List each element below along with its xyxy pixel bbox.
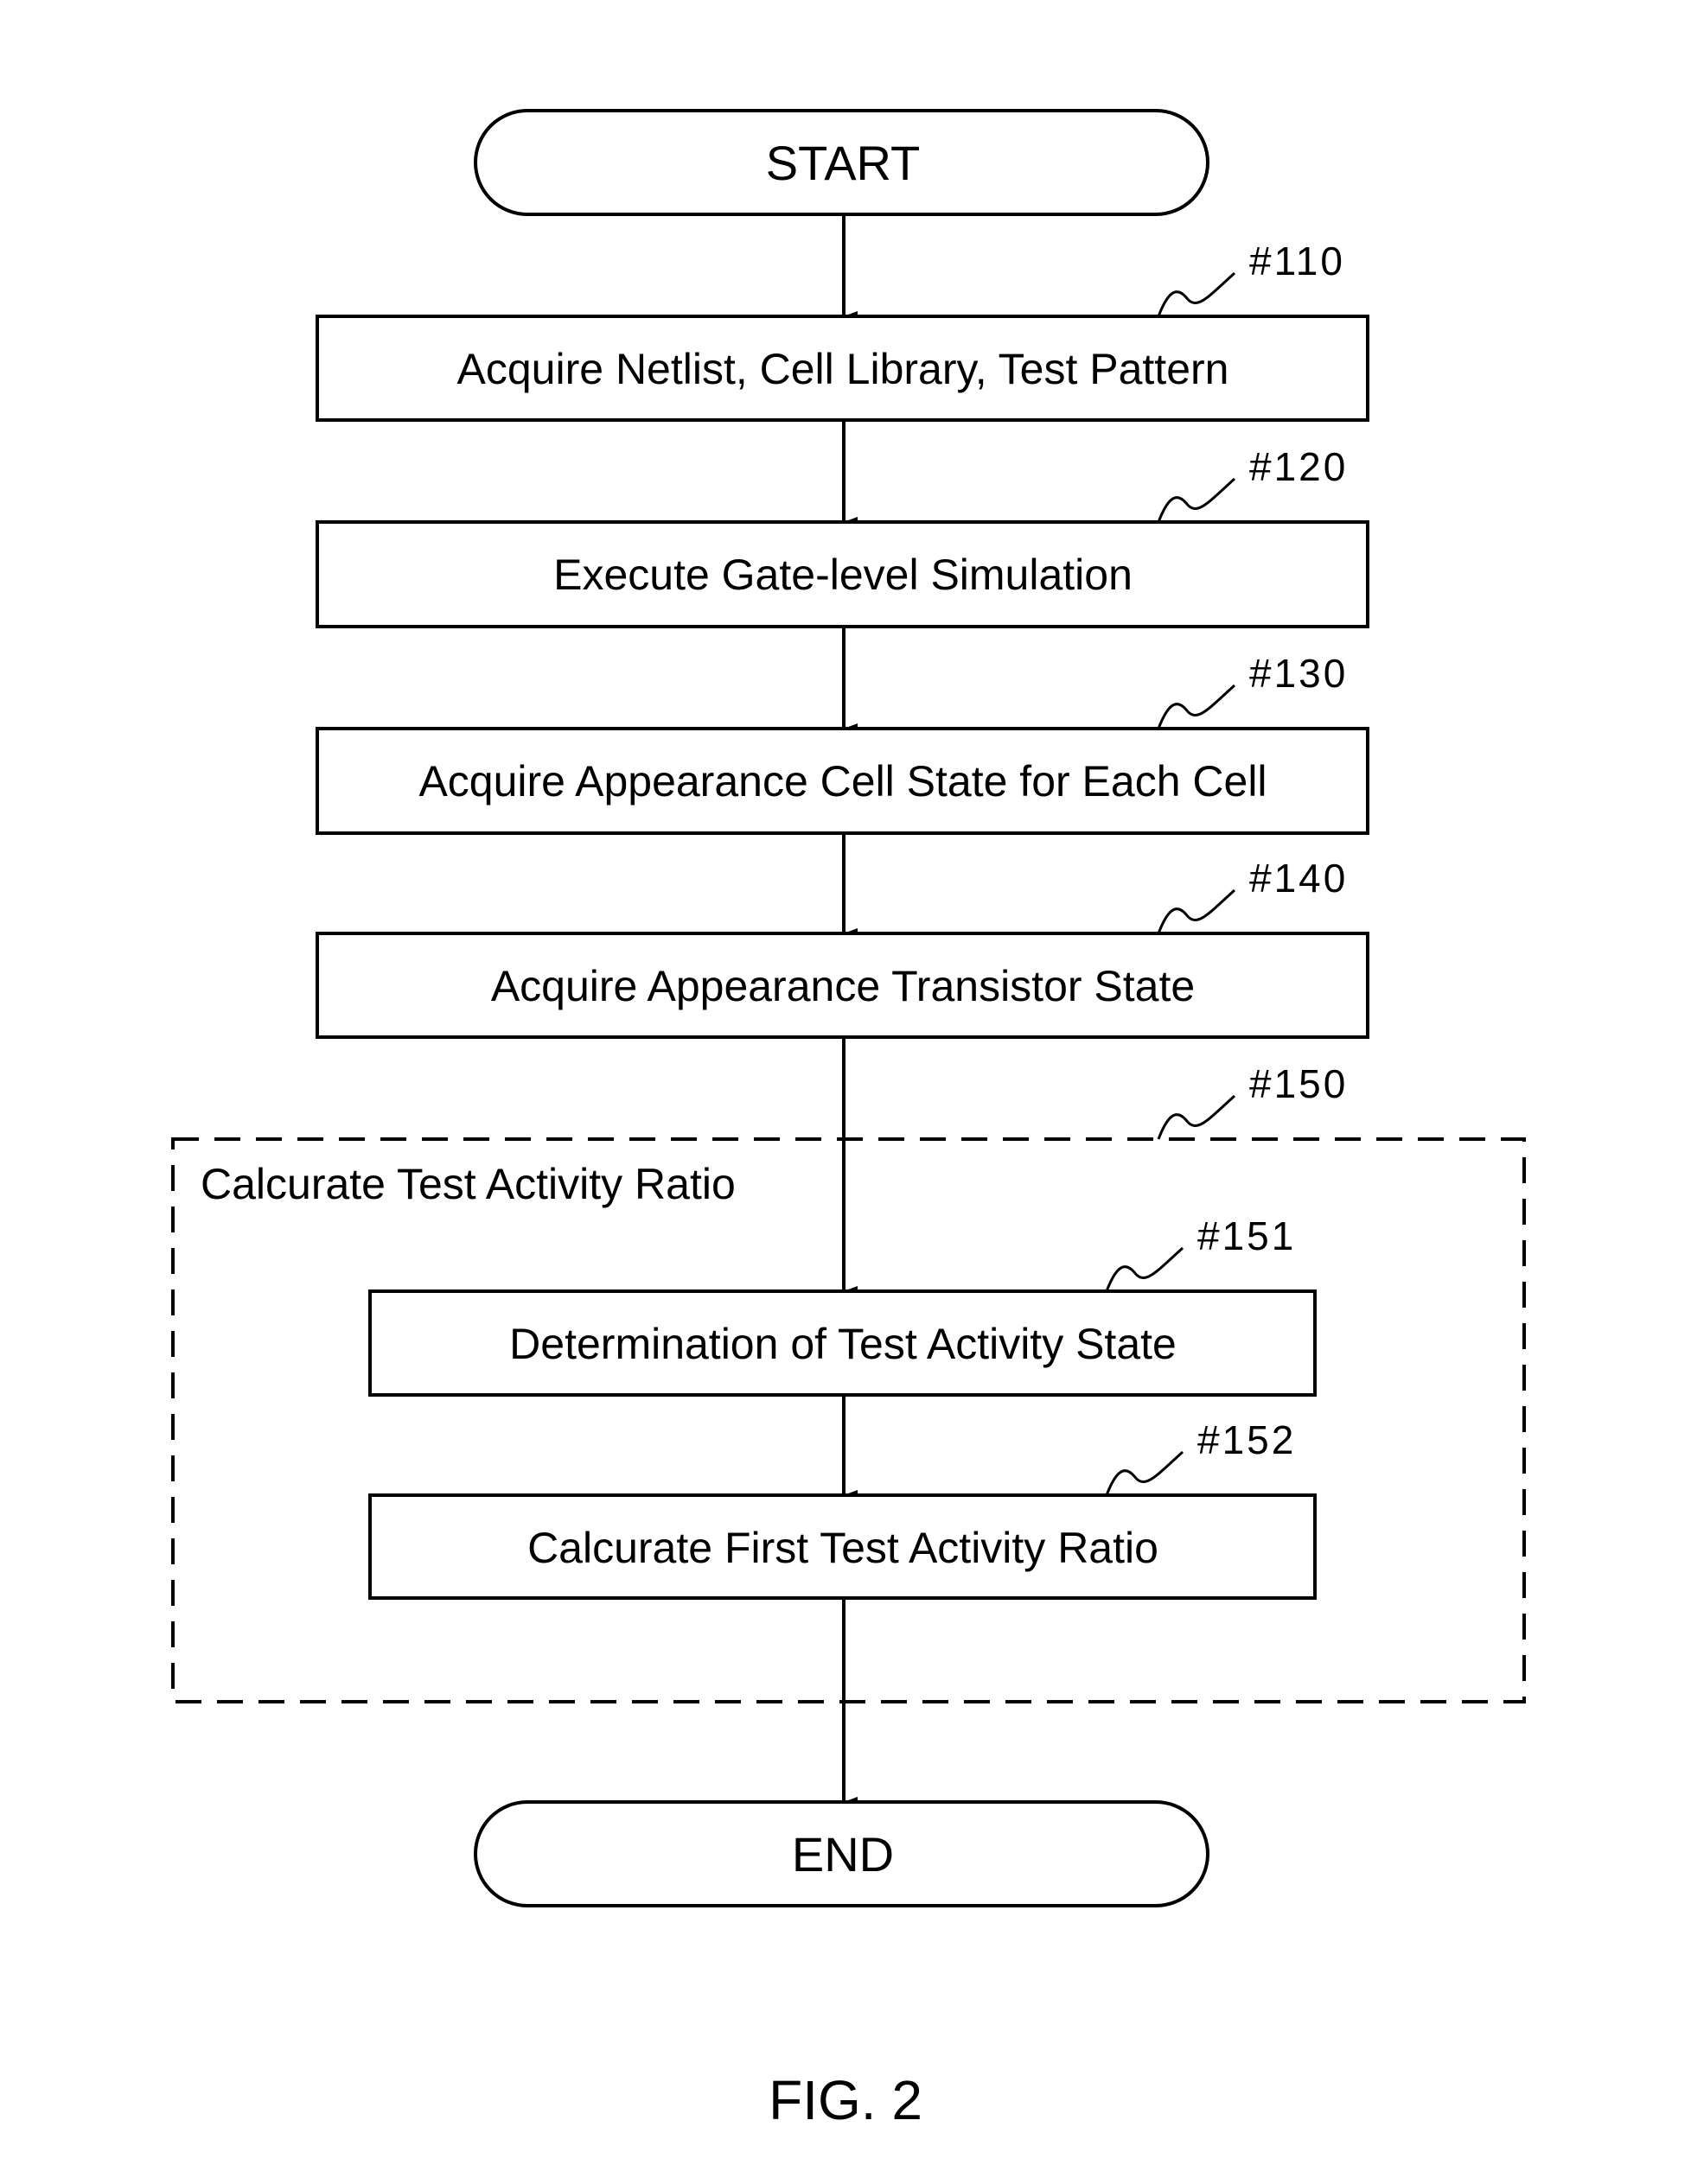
- step-120-label: Execute Gate-level Simulation: [553, 551, 1133, 599]
- step-140-ref: #140: [1249, 856, 1348, 901]
- end-label: END: [792, 1827, 894, 1882]
- step-152-label: Calcurate First Test Activity Ratio: [527, 1524, 1158, 1572]
- step-110-label: Acquire Netlist, Cell Library, Test Patt…: [457, 345, 1229, 393]
- leader-152-icon: [1105, 1450, 1184, 1496]
- group-150-border: [171, 1137, 1526, 1703]
- leader-151-icon: [1105, 1246, 1184, 1292]
- step-130-label: Acquire Appearance Cell State for Each C…: [418, 757, 1267, 805]
- step-130-ref: #130: [1249, 651, 1348, 696]
- leader-120-icon: [1157, 477, 1236, 523]
- group-150-label: Calcurate Test Activity Ratio: [201, 1160, 736, 1208]
- start-terminal: START: [474, 109, 1209, 216]
- step-151-ref: #151: [1197, 1213, 1296, 1258]
- step-110-ref: #110: [1249, 239, 1345, 283]
- start-label: START: [766, 136, 920, 190]
- leader-140-icon: [1157, 888, 1236, 934]
- leader-110-icon: [1157, 271, 1236, 317]
- step-151-label: Determination of Test Activity State: [509, 1320, 1177, 1368]
- step-140-label: Acquire Appearance Transistor State: [491, 962, 1195, 1010]
- step-152-ref: #152: [1197, 1417, 1296, 1462]
- step-120-ref: #120: [1249, 444, 1348, 489]
- flowchart: START Acquire Netlist, Cell Library, Tes…: [171, 109, 1526, 2131]
- leader-150-icon: [1157, 1094, 1236, 1140]
- end-terminal: END: [474, 1800, 1209, 1907]
- group-150-ref: #150: [1249, 1061, 1348, 1106]
- leader-130-icon: [1157, 684, 1236, 729]
- figure-caption: FIG. 2: [769, 2069, 922, 2131]
